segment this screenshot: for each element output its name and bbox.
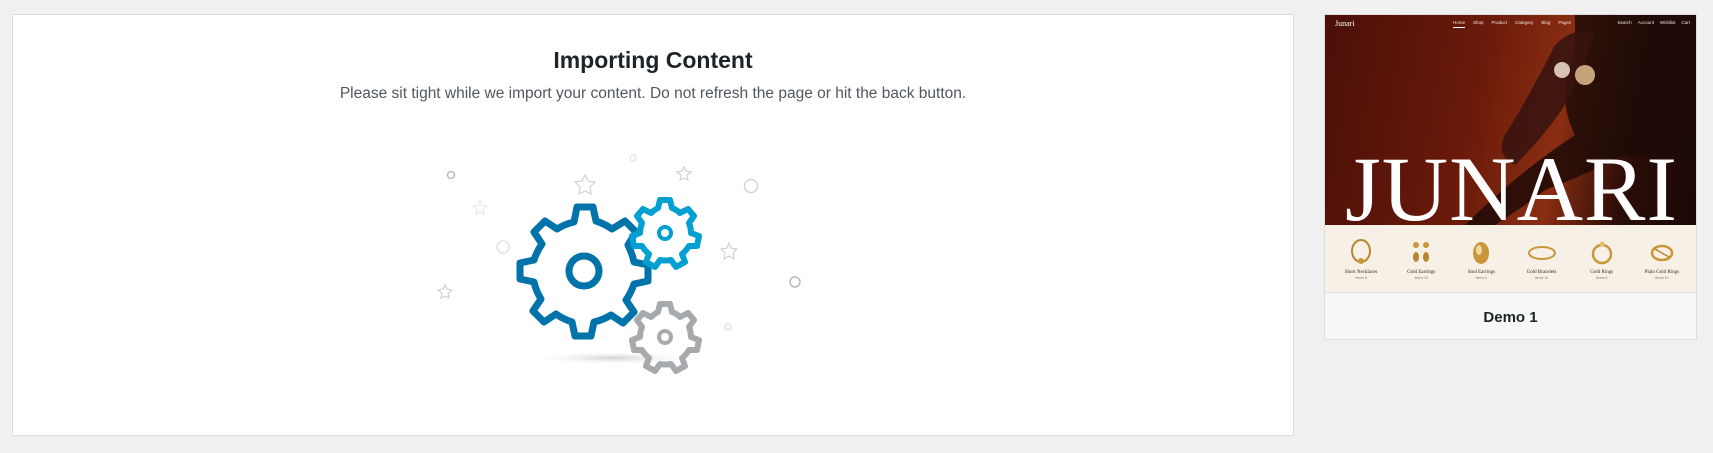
gear-shadow [525, 351, 701, 365]
demo-product-count: Items 10 [1534, 276, 1549, 280]
demo-product-name: Short Necklaces [1344, 270, 1378, 275]
gears-illustration [436, 154, 801, 374]
demo-nav-item: Shop [1473, 20, 1484, 25]
demo-nav-item: Pages [1558, 20, 1572, 25]
demo-product-item: Gold Earrings Items 10 [1393, 225, 1449, 292]
bracelet-icon [1527, 246, 1556, 260]
plain-ring-icon [1650, 244, 1674, 262]
demo-hero-wordmark: JUNARI [1344, 138, 1679, 240]
demo-nav-item: Product [1491, 20, 1508, 25]
demo-nav-item: Blog [1541, 20, 1551, 25]
demo-product-item: Gold Rings Items 6 [1574, 225, 1630, 292]
demo-action-item: Wishlist [1659, 20, 1676, 25]
demo-action-item: Search [1617, 20, 1632, 25]
necklace-icon [1351, 239, 1372, 264]
demo-product-name: Gold Bracelets [1526, 270, 1557, 275]
stud-earring-icon [1473, 242, 1490, 264]
demo-product-item: Plain Gold Rings Items 10 [1634, 225, 1690, 292]
demo-product-name: Plain Gold Rings [1644, 270, 1680, 275]
demo-card[interactable]: Junari Home Shop Product Category Blog P… [1324, 14, 1697, 340]
small-blue-gear-icon [629, 197, 702, 270]
decorative-circles [446, 154, 801, 331]
demo-product-item: Gold Bracelets Items 10 [1514, 225, 1570, 292]
demo-action-item: Account [1637, 20, 1654, 25]
demo-nav-item: Home [1453, 20, 1466, 28]
ring-icon [1591, 241, 1612, 265]
demo-product-name: Stud Earrings [1467, 270, 1496, 275]
demo-thumbnail[interactable]: Junari Home Shop Product Category Blog P… [1325, 15, 1696, 292]
demo-site-logo: Junari [1335, 19, 1355, 28]
import-panel: Importing Content Please sit tight while… [12, 14, 1294, 436]
demo-product-name: Gold Earrings [1407, 270, 1436, 275]
demo-product-name: Gold Rings [1590, 270, 1614, 275]
demo-product-count: Items 10 [1414, 276, 1428, 280]
demo-product-count: Items 6 [1355, 276, 1367, 280]
large-gear-icon [516, 203, 652, 340]
demo-product-item: Short Necklaces Items 6 [1333, 225, 1389, 292]
demo-site-nav: Home Shop Product Category Blog Pages [1453, 20, 1571, 28]
demo-product-count: Items 6 [1475, 276, 1488, 280]
demo-product-item: Stud Earrings Items 6 [1453, 225, 1509, 292]
demo-product-count: Items 6 [1595, 276, 1608, 280]
demo-product-strip: Short Necklaces Items 6 Gold Earrings It… [1325, 225, 1696, 292]
import-subtitle: Please sit tight while we import your co… [339, 85, 967, 102]
demo-site-actions: Search Account Wishlist Cart [1617, 20, 1690, 25]
demo-label: Demo 1 [1325, 292, 1696, 339]
earrings-icon [1413, 242, 1430, 262]
import-title: Importing Content [553, 47, 753, 73]
demo-product-count: Items 10 [1655, 276, 1669, 280]
demo-nav-item: Category [1515, 20, 1534, 25]
demo-hero-image: Junari Home Shop Product Category Blog P… [1325, 15, 1696, 240]
demo-action-item: Cart [1681, 20, 1690, 25]
